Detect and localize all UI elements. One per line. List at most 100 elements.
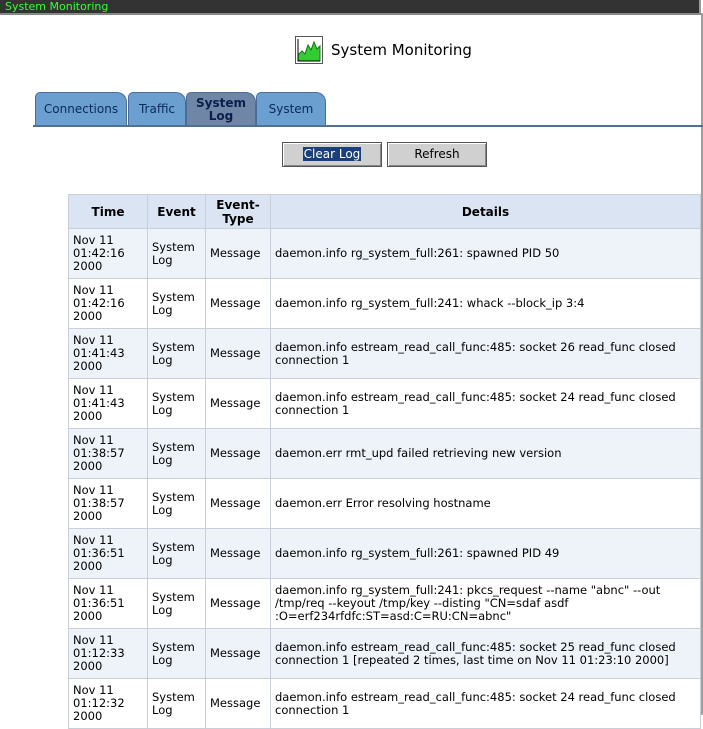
cell-event: System Log <box>147 478 206 529</box>
table-row: Nov 11 01:36:51 2000 System Log Message daemo… <box>68 578 701 629</box>
row-year: 2000 <box>73 709 103 723</box>
tab-label: System <box>268 102 314 116</box>
cell-time: Nov 11 01:41:43 2000 <box>68 328 148 379</box>
cell-time: Nov 11 01:36:51 2000 <box>68 578 148 629</box>
system-log-table: Time Event Event-Type Details Nov 11 01:4… <box>68 194 701 729</box>
tab-system[interactable]: System <box>256 92 326 126</box>
tab-traffic[interactable]: Traffic <box>128 92 186 126</box>
refresh-label: Refresh <box>414 147 460 161</box>
tab-system-log[interactable]: System Log <box>186 92 256 126</box>
cell-time: Nov 11 01:12:32 2000 <box>68 678 148 729</box>
cell-event-type: Message <box>205 378 271 429</box>
cell-details: daemon.err rmt_upd failed retrieving new… <box>270 428 701 479</box>
cell-event: System Log <box>147 678 206 729</box>
column-header-details: Details <box>270 194 701 229</box>
cell-event-type: Message <box>205 628 271 679</box>
cell-details: daemon.info estream_read_call_func:485: … <box>270 328 701 379</box>
row-date: Nov 11 <box>73 483 114 497</box>
tab-label: Traffic <box>138 102 176 116</box>
row-year: 2000 <box>73 609 103 623</box>
column-header-time: Time <box>68 194 148 229</box>
table-row: Nov 11 01:38:57 2000 System Log Message daemo… <box>68 428 701 479</box>
cell-details: daemon.info estream_read_call_func:485: … <box>270 628 701 679</box>
row-date: Nov 11 <box>73 533 114 547</box>
row-date: Nov 11 <box>73 283 114 297</box>
cell-time: Nov 11 01:12:33 2000 <box>68 628 148 679</box>
row-time: 01:36:51 <box>73 546 125 560</box>
cell-time: Nov 11 01:36:51 2000 <box>68 528 148 579</box>
cell-event: System Log <box>147 278 206 329</box>
cell-details: daemon.info rg_system_full:261: spawned … <box>270 528 701 579</box>
cell-details: daemon.info estream_read_call_func:485: … <box>270 378 701 429</box>
row-year: 2000 <box>73 309 103 323</box>
row-time: 01:38:57 <box>73 496 125 510</box>
cell-time: Nov 11 01:42:16 2000 <box>68 228 148 279</box>
row-year: 2000 <box>73 509 103 523</box>
cell-details: daemon.info rg_system_full:241: pkcs_req… <box>270 578 701 629</box>
cell-details: daemon.info rg_system_full:261: spawned … <box>270 228 701 279</box>
table-row: Nov 11 01:38:57 2000 System Log Message daemo… <box>68 478 701 529</box>
row-date: Nov 11 <box>73 683 114 697</box>
cell-event: System Log <box>147 378 206 429</box>
row-date: Nov 11 <box>73 583 114 597</box>
row-date: Nov 11 <box>73 233 114 247</box>
cell-event-type: Message <box>205 528 271 579</box>
cell-event-type: Message <box>205 228 271 279</box>
chart-icon <box>295 36 323 64</box>
row-year: 2000 <box>73 459 103 473</box>
row-time: 01:36:51 <box>73 596 125 610</box>
tab-underline <box>33 125 703 127</box>
titlebar-shadow <box>0 13 703 15</box>
cell-event-type: Message <box>205 478 271 529</box>
cell-details: daemon.info rg_system_full:241: whack --… <box>270 278 701 329</box>
cell-event-type: Message <box>205 428 271 479</box>
cell-event: System Log <box>147 428 206 479</box>
cell-details: daemon.err Error resolving hostname <box>270 478 701 529</box>
table-row: Nov 11 01:41:43 2000 System Log Message daemo… <box>68 328 701 379</box>
cell-event: System Log <box>147 628 206 679</box>
page-header: System Monitoring <box>295 35 472 65</box>
tab-label: Connections <box>43 102 119 116</box>
row-time: 01:12:32 <box>73 696 125 710</box>
cell-event: System Log <box>147 528 206 579</box>
row-year: 2000 <box>73 559 103 573</box>
table-header-row: Time Event Event-Type Details <box>68 194 701 229</box>
row-time: 01:41:43 <box>73 346 125 360</box>
window-title: System Monitoring <box>0 0 701 13</box>
row-year: 2000 <box>73 259 103 273</box>
cell-event: System Log <box>147 328 206 379</box>
cell-time: Nov 11 01:42:16 2000 <box>68 278 148 329</box>
row-date: Nov 11 <box>73 333 114 347</box>
row-year: 2000 <box>73 659 103 673</box>
tab-connections[interactable]: Connections <box>35 92 127 126</box>
table-row: Nov 11 01:36:51 2000 System Log Message daemo… <box>68 528 701 579</box>
cell-event: System Log <box>147 228 206 279</box>
table-row: Nov 11 01:12:32 2000 System Log Message daemo… <box>68 678 701 729</box>
cell-event-type: Message <box>205 328 271 379</box>
column-header-event: Event <box>147 194 206 229</box>
cell-event-type: Message <box>205 678 271 729</box>
row-time: 01:42:16 <box>73 296 125 310</box>
page-title: System Monitoring <box>331 41 472 59</box>
row-date: Nov 11 <box>73 633 114 647</box>
table-row: Nov 11 01:42:16 2000 System Log Message daemo… <box>68 228 701 279</box>
cell-event-type: Message <box>205 278 271 329</box>
row-time: 01:38:57 <box>73 446 125 460</box>
tab-label: System Log <box>196 95 246 123</box>
row-time: 01:41:43 <box>73 396 125 410</box>
refresh-button[interactable]: Refresh <box>387 142 487 167</box>
table-row: Nov 11 01:12:33 2000 System Log Message daemo… <box>68 628 701 679</box>
table-row: Nov 11 01:42:16 2000 System Log Message daemo… <box>68 278 701 329</box>
cell-details: daemon.info estream_read_call_func:485: … <box>270 678 701 729</box>
cell-event-type: Message <box>205 578 271 629</box>
column-header-event-type: Event-Type <box>205 194 271 229</box>
table-body: Nov 11 01:42:16 2000 System Log Message daemo… <box>68 228 701 729</box>
cell-time: Nov 11 01:38:57 2000 <box>68 428 148 479</box>
table-row: Nov 11 01:41:43 2000 System Log Message daemo… <box>68 378 701 429</box>
row-time: 01:12:33 <box>73 646 125 660</box>
clear-log-label: Clear Log <box>302 147 362 161</box>
clear-log-button[interactable]: Clear Log <box>282 142 382 167</box>
cell-event: System Log <box>147 578 206 629</box>
row-date: Nov 11 <box>73 433 114 447</box>
row-year: 2000 <box>73 409 103 423</box>
